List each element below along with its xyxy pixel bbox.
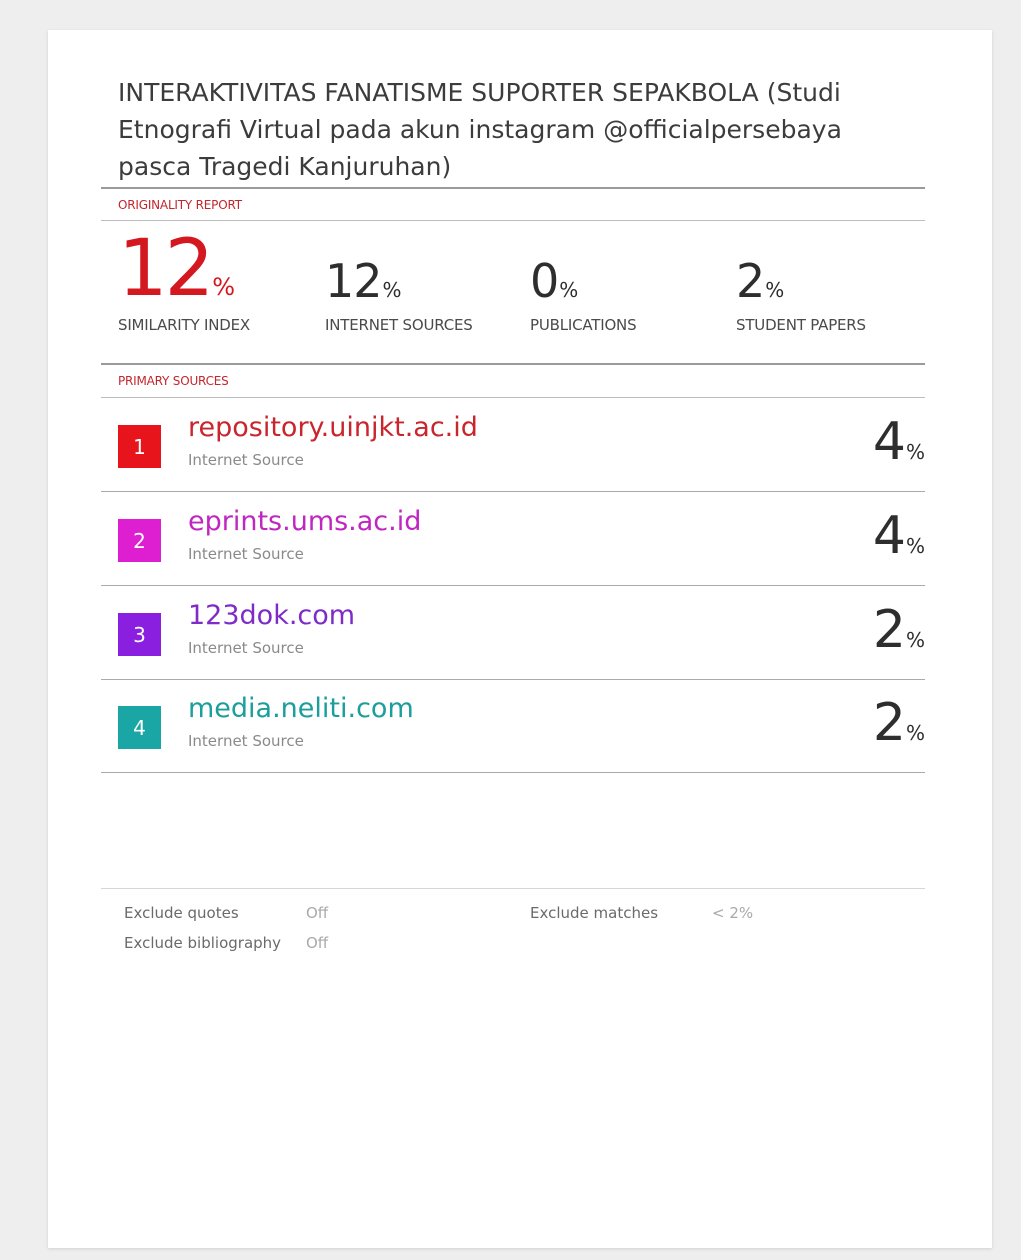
source-percent-value: 2 xyxy=(872,600,906,660)
exclude-matches-value: < 2% xyxy=(712,904,754,922)
similarity-index-unit: % xyxy=(212,273,236,301)
exclude-matches-label: Exclude matches xyxy=(530,904,659,922)
source-percent-value: 4 xyxy=(872,506,906,566)
source-type: Internet Source xyxy=(188,545,304,563)
source-percent-unit: % xyxy=(905,440,925,464)
source-percent-unit: % xyxy=(905,628,925,652)
source-rank-badge: 3 xyxy=(118,613,161,656)
internet-sources-value: 12 xyxy=(325,254,383,308)
student-papers-stat: 2 % STUDENT PAPERS xyxy=(736,230,866,334)
settings-divider xyxy=(101,888,925,889)
source-percent: 2 % xyxy=(873,697,925,749)
source-type: Internet Source xyxy=(188,639,304,657)
primary-sources-label: PRIMARY SOURCES xyxy=(118,374,229,388)
student-papers-unit: % xyxy=(765,278,785,302)
source-row[interactable]: 1 repository.uinjkt.ac.id Internet Sourc… xyxy=(101,398,925,492)
internet-sources-unit: % xyxy=(382,278,402,302)
source-rank-badge: 4 xyxy=(118,706,161,749)
report-page: INTERAKTIVITAS FANATISME SUPORTER SEPAKB… xyxy=(48,30,992,1248)
originality-divider xyxy=(101,220,925,221)
source-rank-badge: 1 xyxy=(118,425,161,468)
publications-label: PUBLICATIONS xyxy=(530,316,637,334)
source-percent-unit: % xyxy=(905,721,925,745)
source-rank-badge: 2 xyxy=(118,519,161,562)
publications-value: 0 xyxy=(530,254,559,308)
internet-sources-label: INTERNET SOURCES xyxy=(325,316,473,334)
source-name[interactable]: media.neliti.com xyxy=(188,693,414,724)
source-row[interactable]: 4 media.neliti.com Internet Source 2 % xyxy=(101,679,925,773)
publications-stat: 0 % PUBLICATIONS xyxy=(530,230,637,334)
source-percent: 4 % xyxy=(873,510,925,562)
student-papers-label: STUDENT PAPERS xyxy=(736,316,866,334)
similarity-index-value: 12 xyxy=(118,224,214,314)
row-divider xyxy=(101,772,925,773)
source-percent: 4 % xyxy=(873,416,925,468)
source-percent-unit: % xyxy=(905,534,925,558)
exclude-quotes-label: Exclude quotes xyxy=(124,904,239,922)
similarity-index-stat: 12 % SIMILARITY INDEX xyxy=(118,224,250,334)
source-percent-value: 4 xyxy=(872,412,906,472)
source-name[interactable]: repository.uinjkt.ac.id xyxy=(188,412,478,443)
title-divider xyxy=(101,187,925,189)
exclude-bibliography-value: Off xyxy=(306,934,329,952)
source-row[interactable]: 2 eprints.ums.ac.id Internet Source 4 % xyxy=(101,492,925,586)
internet-sources-stat: 12 % INTERNET SOURCES xyxy=(325,230,473,334)
source-percent-value: 2 xyxy=(872,693,906,753)
source-percent: 2 % xyxy=(873,604,925,656)
source-type: Internet Source xyxy=(188,451,304,469)
source-name[interactable]: eprints.ums.ac.id xyxy=(188,506,421,537)
source-type: Internet Source xyxy=(188,732,304,750)
student-papers-value: 2 xyxy=(736,254,765,308)
exclude-quotes-value: Off xyxy=(306,904,329,922)
publications-unit: % xyxy=(559,278,579,302)
document-title: INTERAKTIVITAS FANATISME SUPORTER SEPAKB… xyxy=(118,78,842,181)
similarity-index-label: SIMILARITY INDEX xyxy=(118,316,250,334)
source-row[interactable]: 3 123dok.com Internet Source 2 % xyxy=(101,586,925,680)
stats-divider xyxy=(101,363,925,365)
exclude-bibliography-label: Exclude bibliography xyxy=(124,934,282,952)
originality-report-label: ORIGINALITY REPORT xyxy=(118,198,242,212)
source-name[interactable]: 123dok.com xyxy=(188,600,355,631)
